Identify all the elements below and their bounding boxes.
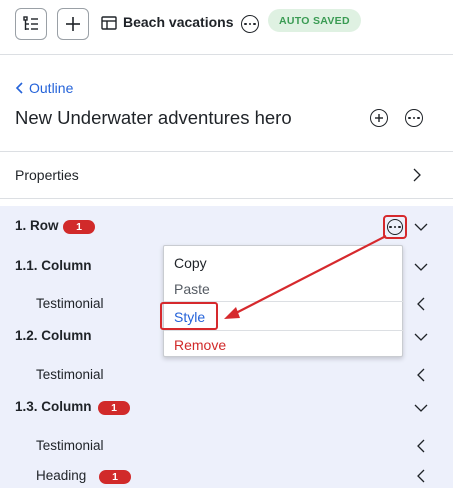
tree-item-label: Testimonial: [36, 438, 104, 453]
menu-item-copy[interactable]: Copy: [164, 249, 404, 277]
tree-item-label: Testimonial: [36, 296, 104, 311]
chevron-down-icon[interactable]: [414, 330, 428, 344]
chevron-left-icon[interactable]: [414, 368, 428, 382]
tree-item-label: 1.3. Column: [15, 399, 92, 414]
tree-item-label: 1. Row: [15, 218, 59, 233]
document-title: Beach vacations: [123, 14, 234, 30]
tree-item-testimonial-2[interactable]: Testimonial: [0, 363, 453, 387]
properties-row[interactable]: Properties: [0, 152, 453, 198]
properties-label: Properties: [15, 167, 79, 183]
chevron-left-icon[interactable]: [414, 439, 428, 453]
tree-item-testimonial-3[interactable]: Testimonial: [0, 434, 453, 458]
add-button[interactable]: [57, 8, 89, 40]
outline-view-button[interactable]: [15, 8, 47, 40]
add-block-icon[interactable]: [370, 109, 388, 127]
back-to-outline-link[interactable]: Outline: [15, 80, 73, 96]
chevron-right-icon: [413, 168, 421, 182]
document-icon: [101, 16, 117, 30]
chevron-left-icon: [15, 82, 23, 94]
menu-item-paste[interactable]: Paste: [164, 275, 404, 303]
plus-icon: [66, 17, 80, 31]
tree-item-label: 1.1. Column: [15, 258, 92, 273]
style-highlight-box: [160, 302, 218, 330]
top-toolbar: Beach vacations AUTO SAVED: [0, 0, 453, 54]
chevron-left-icon[interactable]: [414, 297, 428, 311]
back-link-label: Outline: [29, 80, 74, 96]
page-title: New Underwater adventures hero: [15, 107, 292, 128]
auto-saved-badge: AUTO SAVED: [268, 9, 361, 32]
error-count-badge: 1: [99, 470, 131, 484]
tree-item-label: 1.2. Column: [15, 328, 92, 343]
error-count-badge: 1: [98, 401, 130, 415]
page-more-icon[interactable]: [405, 109, 423, 127]
properties-divider: [0, 198, 453, 199]
error-count-badge: 1: [63, 220, 95, 234]
document-more-icon[interactable]: [241, 15, 259, 33]
tree-item-heading[interactable]: Heading 1: [0, 464, 453, 488]
header-divider: [0, 54, 453, 55]
plus-circle-icon: [375, 114, 383, 122]
chevron-down-icon[interactable]: [414, 260, 428, 274]
chevron-down-icon[interactable]: [414, 220, 428, 234]
outline-tree-icon: [23, 16, 38, 30]
tree-item-label: Testimonial: [36, 367, 104, 382]
row-more-button[interactable]: [383, 215, 407, 239]
more-icon: [387, 219, 403, 235]
menu-item-remove[interactable]: Remove: [164, 331, 404, 359]
row-context-menu: Copy Paste Style Remove: [163, 245, 404, 359]
tree-item-label: Heading: [36, 468, 87, 483]
chevron-down-icon[interactable]: [414, 401, 428, 415]
tree-item-column-1-3[interactable]: 1.3. Column 1: [0, 395, 453, 419]
chevron-left-icon[interactable]: [414, 469, 428, 483]
